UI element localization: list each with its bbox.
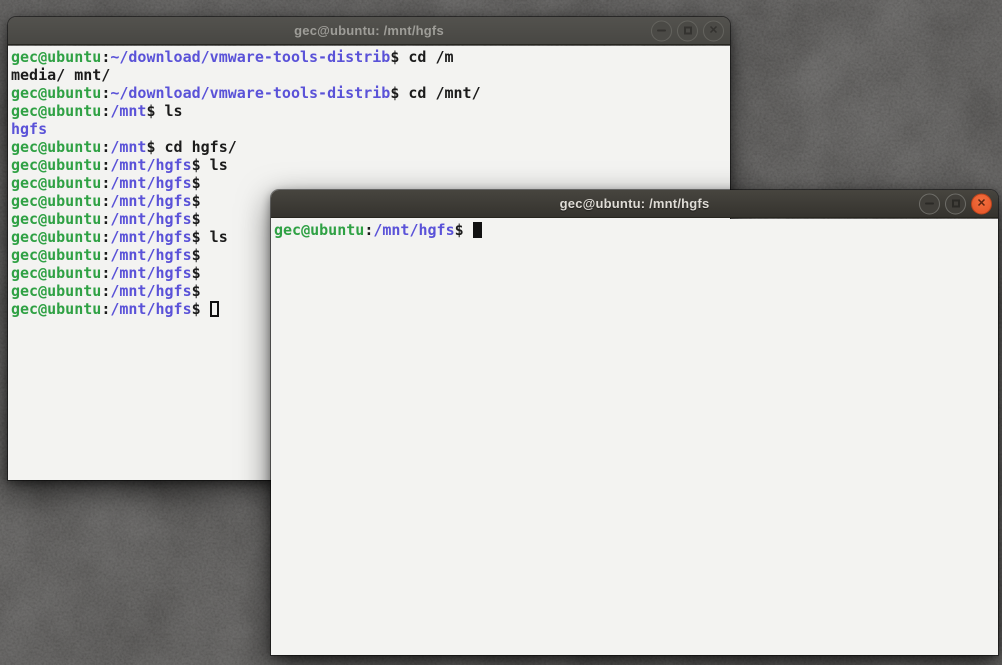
terminal-window-front[interactable]: gec@ubuntu: /mnt/hgfs ✕ gec@ubuntu:/mnt/… [271,190,998,655]
prompt-path: /mnt/hgfs [110,192,191,210]
terminal-cursor [210,301,219,317]
terminal-text: : [101,102,110,120]
prompt-user: gec@ubuntu [11,264,101,282]
terminal-text: $ [455,221,473,239]
terminal-line: gec@ubuntu:~/download/vmware-tools-distr… [11,84,728,102]
prompt-user: gec@ubuntu [11,300,101,318]
minimize-icon [925,203,934,205]
maximize-button[interactable] [677,20,698,41]
prompt-user: gec@ubuntu [11,282,101,300]
prompt-user: gec@ubuntu [11,192,101,210]
close-button[interactable]: ✕ [971,193,992,214]
terminal-text: : [101,192,110,210]
prompt-path: /mnt [110,138,146,156]
prompt-path: hgfs [11,120,47,138]
prompt-user: gec@ubuntu [11,228,101,246]
minimize-icon [657,30,666,32]
terminal-text: : [101,282,110,300]
terminal-line: gec@ubuntu:~/download/vmware-tools-distr… [11,48,728,66]
terminal-text: : [101,174,110,192]
terminal-text: : [101,246,110,264]
close-icon: ✕ [977,198,986,209]
terminal-text: $ cd /m [390,48,453,66]
minimize-button[interactable] [919,193,940,214]
desktop: gec@ubuntu: /mnt/hgfs ✕ gec@ubuntu:~/dow… [0,0,1002,665]
window-title: gec@ubuntu: /mnt/hgfs [294,23,444,38]
prompt-path: /mnt/hgfs [110,156,191,174]
terminal-text: $ ls [146,102,182,120]
terminal-line: hgfs [11,120,728,138]
minimize-button[interactable] [651,20,672,41]
terminal-text: $ [192,246,201,264]
prompt-user: gec@ubuntu [11,156,101,174]
terminal-text: $ ls [192,156,228,174]
prompt-user: gec@ubuntu [11,210,101,228]
prompt-path: /mnt/hgfs [110,228,191,246]
terminal-text: media/ mnt/ [11,66,110,84]
terminal-text: $ [192,174,201,192]
terminal-text: $ cd hgfs/ [146,138,236,156]
terminal-line: gec@ubuntu:/mnt$ cd hgfs/ [11,138,728,156]
terminal-text: $ [192,192,201,210]
terminal-text: : [101,228,110,246]
prompt-path: ~/download/vmware-tools-distrib [110,84,390,102]
terminal-line: gec@ubuntu:/mnt/hgfs$ ls [11,156,728,174]
prompt-user: gec@ubuntu [11,246,101,264]
terminal-line: gec@ubuntu:/mnt$ ls [11,102,728,120]
terminal-text: : [101,300,110,318]
terminal-text: $ [192,282,201,300]
terminal-text: $ [192,210,201,228]
terminal-text: $ [192,300,210,318]
prompt-path: ~/download/vmware-tools-distrib [110,48,390,66]
prompt-user: gec@ubuntu [11,84,101,102]
terminal-text: : [101,210,110,228]
terminal-text: : [101,156,110,174]
prompt-path: /mnt/hgfs [110,282,191,300]
close-button[interactable]: ✕ [703,20,724,41]
terminal-text: : [101,138,110,156]
terminal-text: $ ls [192,228,228,246]
prompt-path: /mnt/hgfs [110,210,191,228]
terminal-text: : [101,48,110,66]
terminal-text: : [364,221,373,239]
prompt-path: /mnt/hgfs [110,246,191,264]
prompt-user: gec@ubuntu [11,138,101,156]
close-icon: ✕ [709,25,718,36]
terminal-text: : [101,84,110,102]
terminal-text: $ [192,264,201,282]
prompt-user: gec@ubuntu [274,221,364,239]
prompt-path: /mnt/hgfs [110,264,191,282]
titlebar[interactable]: gec@ubuntu: /mnt/hgfs ✕ [8,17,730,45]
window-title: gec@ubuntu: /mnt/hgfs [560,196,710,211]
terminal-line: gec@ubuntu:/mnt/hgfs$ [274,221,996,239]
maximize-icon [952,200,960,208]
prompt-path: /mnt [110,102,146,120]
prompt-path: /mnt/hgfs [110,174,191,192]
maximize-icon [684,27,692,35]
terminal-line: media/ mnt/ [11,66,728,84]
terminal-text: : [101,264,110,282]
prompt-user: gec@ubuntu [11,174,101,192]
terminal-output[interactable]: gec@ubuntu:/mnt/hgfs$ [271,219,998,655]
maximize-button[interactable] [945,193,966,214]
window-controls: ✕ [919,193,992,214]
prompt-user: gec@ubuntu [11,102,101,120]
window-controls: ✕ [651,20,724,41]
terminal-cursor [473,222,482,238]
terminal-text: $ cd /mnt/ [390,84,480,102]
prompt-user: gec@ubuntu [11,48,101,66]
prompt-path: /mnt/hgfs [373,221,454,239]
prompt-path: /mnt/hgfs [110,300,191,318]
titlebar[interactable]: gec@ubuntu: /mnt/hgfs ✕ [271,190,998,218]
